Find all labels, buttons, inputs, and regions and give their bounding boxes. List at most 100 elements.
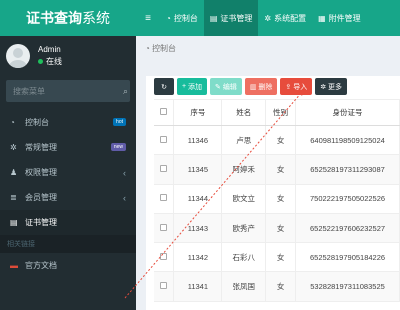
table-header-row: 序号 姓名 性别 身份证号	[154, 99, 400, 126]
user-status-label: 在线	[46, 57, 62, 66]
table-row[interactable]: 11341 张凤国 女 532828197311083525	[154, 271, 400, 302]
select-all-checkbox[interactable]	[154, 99, 175, 126]
row-checkbox[interactable]	[154, 213, 175, 244]
cogs-icon: ✲	[10, 143, 17, 152]
search-input[interactable]	[13, 86, 123, 96]
row-checkbox[interactable]	[154, 271, 175, 302]
table-row[interactable]: 11345 阿婷禾 女 652528197311293087	[154, 154, 400, 185]
certificates-table: 序号 姓名 性别 身份证号 11346 卢思 女 640981198509125…	[154, 99, 400, 302]
cell-idno: 652528197905184226	[295, 242, 400, 273]
add-label: 添加	[188, 83, 203, 91]
table-toolbar: ↻ + 添加 ✎ 编辑 ▥ 删除 ⇪ 导入 ✲ 更多	[146, 76, 400, 96]
edit-button[interactable]: ✎ 编辑	[210, 78, 242, 95]
sidebar-section-header: 相关链接	[0, 235, 136, 253]
sidebar-item-general[interactable]: ✲ 常规管理 new	[0, 135, 136, 160]
cell-gender: 女	[265, 242, 297, 273]
column-header-gender[interactable]: 性别	[265, 99, 297, 126]
refresh-icon: ↻	[161, 83, 167, 91]
sidebar-item-label: 证书管理	[25, 218, 57, 227]
topnav-item-attachments[interactable]: ▦ 附件管理	[312, 0, 367, 36]
online-dot-icon	[38, 59, 43, 65]
avatar[interactable]	[6, 44, 30, 68]
column-header-name[interactable]: 姓名	[221, 99, 267, 126]
row-checkbox[interactable]	[154, 242, 175, 273]
dashboard-icon: ◔	[166, 13, 171, 23]
user-name: Admin	[38, 45, 61, 54]
table-panel: ↻ + 添加 ✎ 编辑 ▥ 删除 ⇪ 导入 ✲ 更多 序号 姓名 性别 身份证号	[146, 76, 400, 310]
new-badge: new	[110, 143, 126, 151]
app-title-bold: 证书查询	[26, 11, 82, 27]
id-card-icon: ▤	[10, 218, 18, 227]
topnav-item-label: 证书管理	[220, 13, 253, 23]
topnav-item-system-config[interactable]: ✲ 系统配置	[258, 0, 312, 36]
more-button[interactable]: ✲ 更多	[315, 78, 348, 95]
doc-icon: ▬	[10, 261, 18, 270]
cell-name: 阿婷禾	[221, 154, 267, 185]
top-navbar: 证书查询 系统 ≡ ◔ 控制台 ▤ 证书管理 ✲ 系统配置 ▦ 附件管理	[0, 0, 400, 36]
sidebar-item-members[interactable]: ≣ 会员管理 ‹	[0, 185, 136, 210]
table-row[interactable]: 11344 欧文立 女 750222197505022526	[154, 184, 400, 214]
table-row[interactable]: 11346 卢思 女 640981198509125024	[154, 125, 400, 156]
topnav-item-dashboard[interactable]: ◔ 控制台	[160, 0, 204, 36]
search-icon[interactable]: ⌕	[123, 86, 128, 97]
breadcrumb-item[interactable]: 控制台	[152, 43, 176, 54]
import-label: 导入	[293, 83, 308, 91]
cell-gender: 女	[265, 154, 297, 185]
edit-label: 编辑	[222, 83, 237, 91]
cell-name: 张凤国	[221, 271, 267, 302]
cell-idno: 750222197505022526	[295, 184, 400, 214]
sidebar-item-dashboard[interactable]: ◔ 控制台 hot	[0, 110, 136, 135]
main-content: ◔ 控制台 ↻ + 添加 ✎ 编辑 ▥ 删除 ⇪ 导入 ✲ 更多 序号 姓名 性…	[136, 36, 400, 310]
column-header-id[interactable]: 序号	[173, 99, 223, 126]
sidebar-menu: ◔ 控制台 hot ✲ 常规管理 new ♟ 权限管理 ‹ ≣ 会员管理 ‹ ▤…	[0, 110, 136, 278]
sidebar-item-label: 会员管理	[25, 193, 57, 202]
sidebar-item-certificates[interactable]: ▤ 证书管理	[0, 210, 136, 235]
column-header-idno[interactable]: 身份证号	[295, 99, 400, 126]
table-row[interactable]: 11342 石彩八 女 652528197905184226	[154, 242, 400, 273]
upload-icon: ⇪	[285, 83, 294, 91]
import-button[interactable]: ⇪ 导入	[280, 78, 313, 95]
delete-button[interactable]: ▥ 删除	[244, 78, 278, 95]
gear-icon: ✲	[320, 83, 329, 91]
id-card-icon: ▤	[209, 13, 218, 23]
sidebar-item-label: 常规管理	[25, 143, 57, 152]
cell-gender: 女	[265, 213, 297, 244]
hot-badge: hot	[113, 118, 126, 126]
cell-gender: 女	[265, 271, 297, 302]
user-status: 在线	[38, 56, 62, 68]
topnav-item-certificates[interactable]: ▤ 证书管理	[203, 0, 259, 36]
refresh-button[interactable]: ↻	[154, 78, 174, 95]
chevron-left-icon: ‹	[123, 192, 126, 203]
cell-name: 欧文立	[221, 184, 267, 214]
sidebar-search: ⌕	[6, 80, 130, 102]
sidebar-item-label: 控制台	[25, 118, 49, 127]
cell-id: 11344	[173, 184, 223, 214]
dashboard-icon: ◔	[10, 118, 15, 127]
cell-idno: 652528197311293087	[295, 154, 400, 185]
cell-id: 11346	[173, 125, 223, 156]
cell-name: 欧秀产	[221, 213, 267, 244]
breadcrumb: ◔ 控制台	[136, 36, 400, 60]
file-icon: ▦	[318, 13, 326, 23]
row-checkbox[interactable]	[154, 154, 175, 185]
chevron-left-icon: ‹	[123, 167, 126, 178]
sidebar-item-permissions[interactable]: ♟ 权限管理 ‹	[0, 160, 136, 185]
user-panel: Admin 在线	[0, 36, 136, 76]
app-logo[interactable]: 证书查询 系统	[0, 0, 136, 36]
table-row[interactable]: 11343 欧秀产 女 652522197606232527	[154, 213, 400, 244]
cell-id: 11345	[173, 154, 223, 185]
cell-idno: 532828197311083525	[295, 271, 400, 302]
app-title-light: 系统	[82, 11, 110, 27]
delete-label: 删除	[258, 83, 273, 91]
row-checkbox[interactable]	[154, 184, 175, 214]
pencil-icon: ✎	[215, 83, 223, 91]
row-checkbox[interactable]	[154, 125, 175, 156]
dashboard-icon: ◔	[145, 43, 153, 53]
hamburger-icon[interactable]: ≡	[136, 0, 160, 36]
cell-idno: 652522197606232527	[295, 213, 400, 244]
cell-id: 11342	[173, 242, 223, 273]
top-nav-menu: ◔ 控制台 ▤ 证书管理 ✲ 系统配置 ▦ 附件管理	[160, 0, 367, 36]
add-button[interactable]: + 添加	[177, 78, 208, 95]
sidebar-link-docs[interactable]: ▬ 官方文档	[0, 253, 136, 278]
cell-gender: 女	[265, 125, 297, 156]
